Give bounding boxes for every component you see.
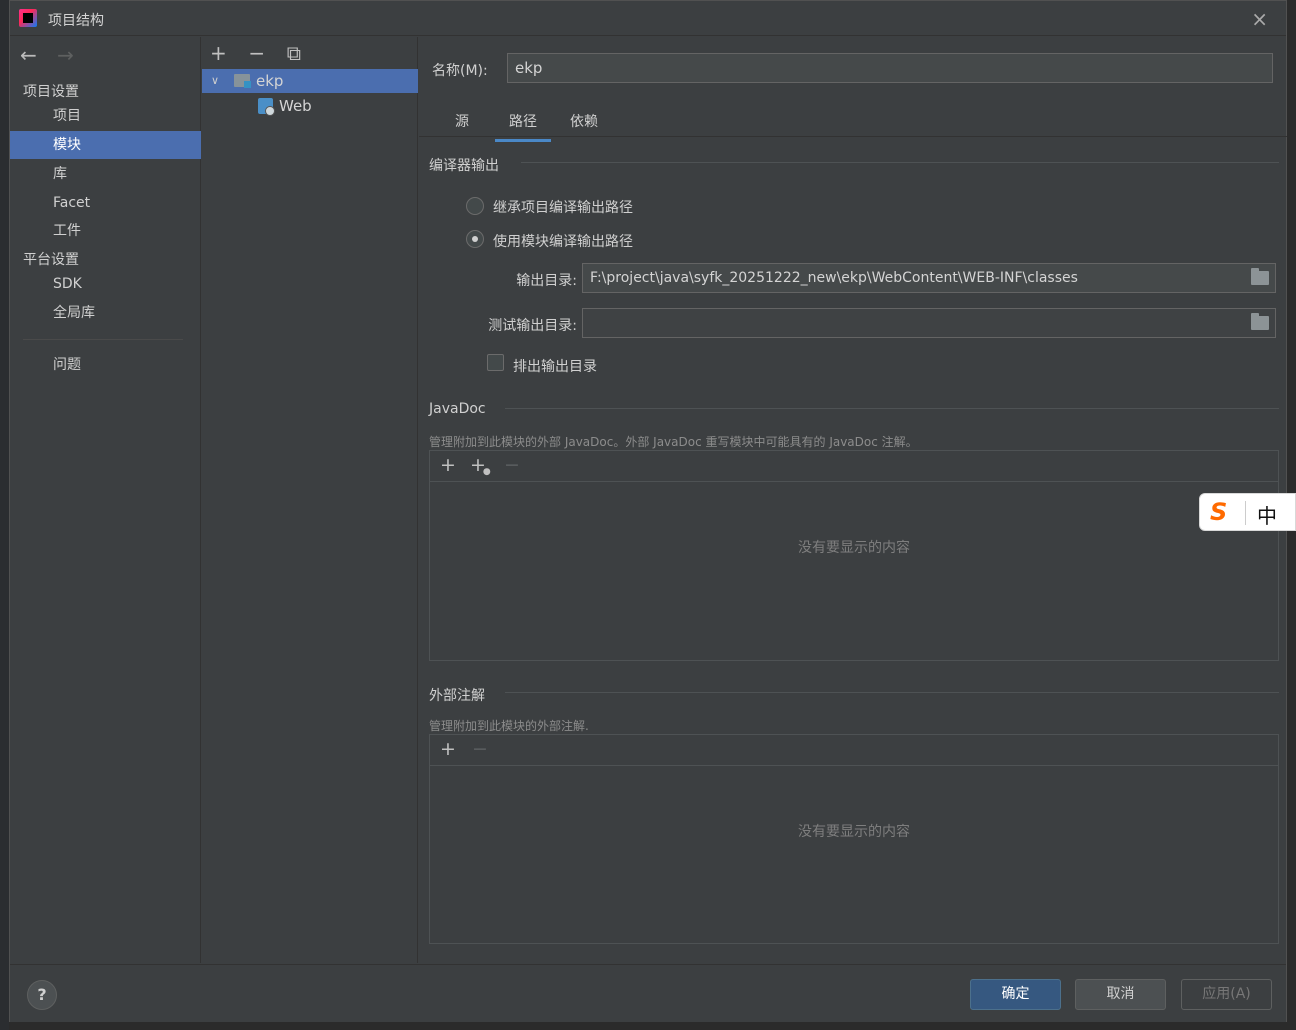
nav-item-modules[interactable]: 模块 <box>10 131 201 159</box>
remove-icon[interactable]: − <box>248 41 280 65</box>
tab-paths[interactable]: 路径 <box>495 111 551 142</box>
tab-dependencies[interactable]: 依赖 <box>570 111 598 139</box>
javadoc-list: + +● − 没有要显示的内容 <box>429 450 1279 661</box>
nav-item-global-libraries[interactable]: 全局库 <box>10 299 201 327</box>
ok-button[interactable]: 确定 <box>970 979 1061 1010</box>
module-details: 名称(M): ekp 源 路径 依赖 编译器输出 继承项目编译输出路径 使用模块… <box>419 37 1287 963</box>
external-annotations-title: 外部注解 <box>429 688 485 704</box>
tree-node-ekp[interactable]: ∨ ekp <box>202 69 418 93</box>
group-separator <box>505 408 1279 409</box>
group-separator <box>521 162 1279 163</box>
name-label: 名称(M): <box>432 63 488 79</box>
tree-node-label: ekp <box>256 72 284 90</box>
javadoc-title: JavaDoc <box>429 401 486 417</box>
platform-settings-header: 平台设置 <box>23 252 79 268</box>
intellij-logo-icon <box>19 9 37 27</box>
output-dir-label: 输出目录: <box>516 273 577 289</box>
ime-mode-indicator[interactable]: 中 <box>1257 500 1277 529</box>
javadoc-description: 管理附加到此模块的外部 JavaDoc。外部 JavaDoc 重写模块中可能具有… <box>429 435 918 449</box>
tree-toolbar: + − ⧉ <box>210 41 319 65</box>
test-output-dir-label: 测试输出目录: <box>488 318 577 334</box>
close-icon[interactable]: × <box>1251 7 1268 31</box>
module-output-label: 使用模块编译输出路径 <box>493 234 633 250</box>
title-bar: 项目结构 × <box>10 1 1286 36</box>
nav-arrows: ← → <box>20 43 88 67</box>
module-tree-pane: + − ⧉ ∨ ekp Web <box>202 37 418 963</box>
empty-list-text: 没有要显示的内容 <box>798 824 910 840</box>
group-separator <box>505 692 1279 693</box>
cancel-button[interactable]: 取消 <box>1075 979 1166 1010</box>
settings-nav: ← → 项目设置 项目 模块 库 Facet 工件 平台设置 SDK 全局库 问… <box>10 37 201 963</box>
nav-item-project[interactable]: 项目 <box>10 102 201 130</box>
add-icon[interactable]: + <box>440 454 456 476</box>
nav-divider <box>23 339 183 340</box>
module-folder-icon <box>234 74 251 88</box>
nav-item-facets[interactable]: Facet <box>10 189 201 217</box>
browse-folder-icon[interactable] <box>1251 313 1269 330</box>
exclude-output-label: 排出输出目录 <box>513 359 597 375</box>
chevron-down-icon[interactable]: ∨ <box>211 69 219 93</box>
compiler-output-title: 编译器输出 <box>429 158 499 174</box>
browse-folder-icon[interactable] <box>1251 268 1269 285</box>
background-ide-edge <box>0 0 9 1030</box>
forward-arrow-icon[interactable]: → <box>57 43 74 67</box>
add-icon[interactable]: + <box>210 41 242 65</box>
annotations-list: + − 没有要显示的内容 <box>429 734 1279 944</box>
add-url-icon[interactable]: +● <box>470 454 494 477</box>
output-dir-value: F:\project\java\syfk_20251222_new\ekp\We… <box>590 270 1078 286</box>
inherit-output-label: 继承项目编译输出路径 <box>493 200 633 216</box>
nav-item-problems[interactable]: 问题 <box>10 351 201 379</box>
remove-icon[interactable]: − <box>504 454 520 476</box>
project-settings-header: 项目设置 <box>23 84 79 100</box>
ime-toolbar[interactable]: S 中 <box>1199 493 1296 531</box>
annotations-toolbar: + − <box>430 735 1278 766</box>
javadoc-toolbar: + +● − <box>430 451 1278 482</box>
window-title: 项目结构 <box>48 13 104 29</box>
help-button[interactable]: ? <box>27 980 57 1010</box>
apply-button[interactable]: 应用(A) <box>1181 979 1272 1010</box>
annotations-description: 管理附加到此模块的外部注解. <box>429 719 589 733</box>
project-structure-dialog: 项目结构 × ← → 项目设置 项目 模块 库 Facet 工件 平台设置 SD… <box>9 0 1287 1022</box>
module-name-input[interactable]: ekp <box>507 53 1273 83</box>
back-arrow-icon[interactable]: ← <box>20 43 37 67</box>
tree-node-label: Web <box>279 97 312 115</box>
tree-node-web[interactable]: Web <box>202 94 418 118</box>
test-output-dir-field[interactable] <box>582 308 1276 338</box>
tab-sources[interactable]: 源 <box>455 111 469 139</box>
module-output-radio[interactable] <box>466 230 484 248</box>
module-tabs: 源 路径 依赖 <box>419 101 1287 142</box>
nav-item-artifacts[interactable]: 工件 <box>10 217 201 245</box>
add-icon[interactable]: + <box>440 738 456 760</box>
nav-item-libraries[interactable]: 库 <box>10 160 201 188</box>
web-facet-icon <box>258 98 275 116</box>
nav-item-sdk[interactable]: SDK <box>10 270 201 298</box>
sogou-logo-icon: S <box>1210 498 1228 526</box>
ime-divider <box>1245 501 1246 525</box>
empty-list-text: 没有要显示的内容 <box>798 540 910 556</box>
dialog-footer: ? 确定 取消 应用(A) <box>10 964 1286 1022</box>
inherit-output-radio[interactable] <box>466 197 484 215</box>
output-dir-field[interactable]: F:\project\java\syfk_20251222_new\ekp\We… <box>582 263 1276 293</box>
exclude-output-checkbox[interactable] <box>487 354 504 371</box>
remove-icon[interactable]: − <box>472 738 488 760</box>
copy-icon[interactable]: ⧉ <box>287 41 319 65</box>
